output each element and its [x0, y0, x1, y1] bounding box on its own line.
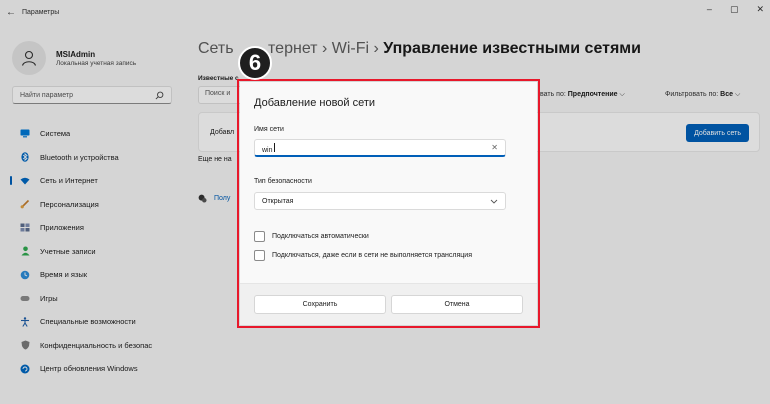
step-number-badge: 6: [238, 46, 272, 80]
highlight-frame: [237, 79, 540, 328]
